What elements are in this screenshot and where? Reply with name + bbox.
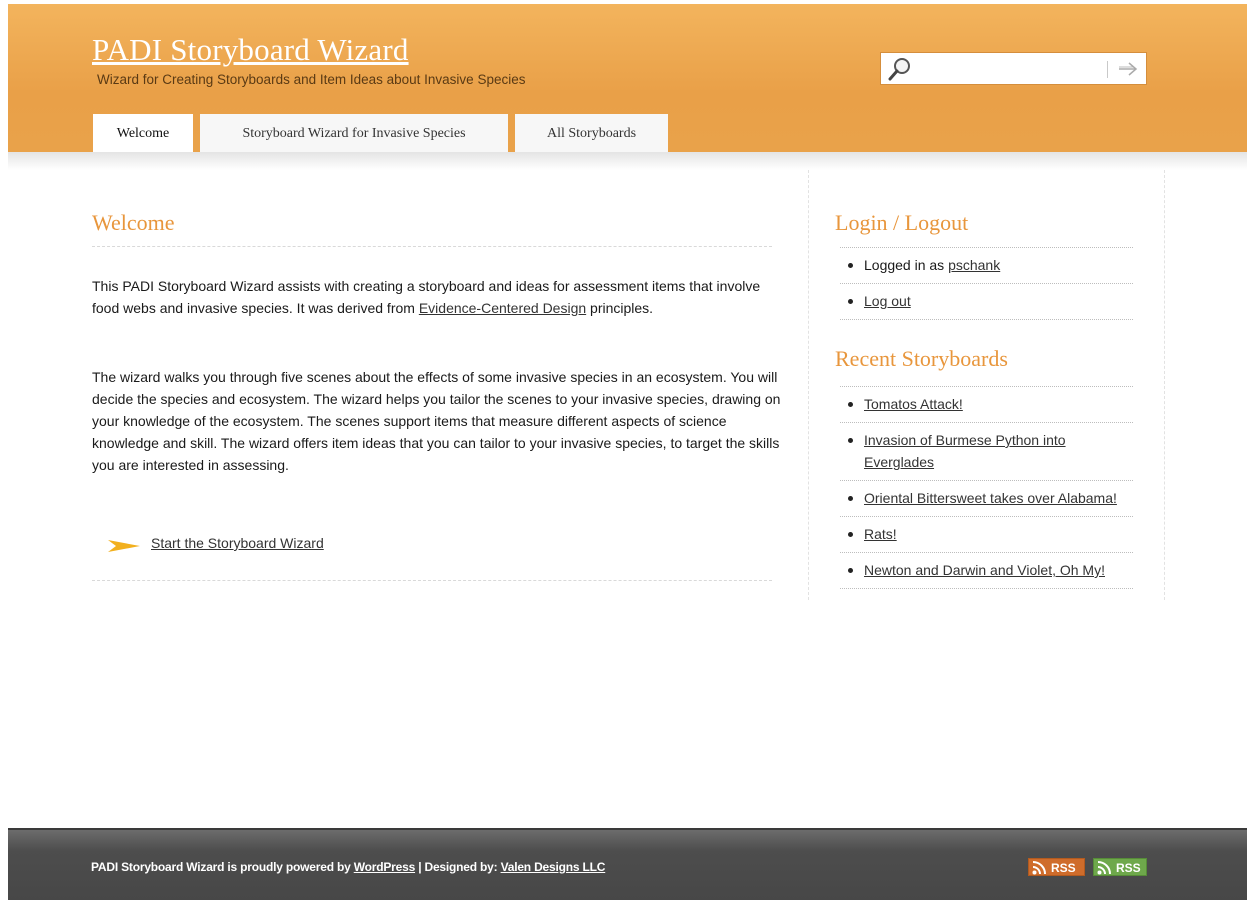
search-icon <box>888 58 910 81</box>
list-item: Oriental Bittersweet takes over Alabama! <box>840 481 1133 517</box>
footer-credits: PADI Storyboard Wizard is proudly powere… <box>91 860 605 874</box>
sidebar-right-border <box>1164 170 1165 600</box>
list-item: Rats! <box>840 517 1133 553</box>
footer-text-prefix: PADI Storyboard Wizard is proudly powere… <box>91 860 354 874</box>
rss-comments-button[interactable]: RSS <box>1093 858 1147 876</box>
list-item: Invasion of Burmese Python into Everglad… <box>840 423 1133 481</box>
storyboard-link[interactable]: Rats! <box>864 526 897 542</box>
tab-all-storyboards[interactable]: All Storyboards <box>515 114 668 152</box>
header-shadow <box>8 152 1247 170</box>
site-footer: PADI Storyboard Wizard is proudly powere… <box>8 828 1247 900</box>
storyboard-link[interactable]: Invasion of Burmese Python into Everglad… <box>864 432 1066 470</box>
rss-label: RSS <box>1116 861 1141 875</box>
recent-storyboards-list: Tomatos Attack! Invasion of Burmese Pyth… <box>840 387 1133 589</box>
list-item: Newton and Darwin and Violet, Oh My! <box>840 553 1133 589</box>
footer-text-middle: | Designed by: <box>415 860 501 874</box>
logged-in-label: Logged in as <box>864 257 949 273</box>
rss-icon <box>1032 861 1046 875</box>
sidebar-left-border <box>808 170 809 600</box>
rss-icon <box>1097 861 1111 875</box>
arrow-right-icon <box>108 540 140 552</box>
search-submit-arrow-icon[interactable] <box>1115 59 1141 79</box>
wordpress-link[interactable]: WordPress <box>354 860 416 874</box>
designer-link[interactable]: Valen Designs LLC <box>501 860 606 874</box>
site-title-link[interactable]: PADI Storyboard Wizard <box>92 32 409 68</box>
content-bottom-divider <box>92 580 772 581</box>
storyboard-link[interactable]: Oriental Bittersweet takes over Alabama! <box>864 490 1117 506</box>
login-logout-heading: Login / Logout <box>835 210 969 235</box>
rss-posts-button[interactable]: RSS <box>1028 858 1085 876</box>
logout-link[interactable]: Log out <box>864 293 911 309</box>
heading-divider <box>92 246 772 247</box>
search-input[interactable] <box>917 59 1103 79</box>
recent-storyboards-heading: Recent Storyboards <box>835 346 1008 371</box>
list-item: Tomatos Attack! <box>840 387 1133 423</box>
search-divider <box>1107 61 1108 78</box>
list-item: Log out <box>840 284 1133 320</box>
rss-label: RSS <box>1051 861 1076 875</box>
evidence-centered-design-link[interactable]: Evidence-Centered Design <box>419 300 586 316</box>
tab-storyboard-wizard[interactable]: Storyboard Wizard for Invasive Species <box>200 114 508 152</box>
wizard-description-paragraph: The wizard walks you through five scenes… <box>92 369 781 473</box>
list-item: Logged in as pschank <box>840 248 1133 284</box>
tab-welcome[interactable]: Welcome <box>93 114 193 152</box>
intro-paragraph: This PADI Storyboard Wizard assists with… <box>92 275 782 319</box>
username-link[interactable]: pschank <box>948 257 1000 273</box>
site-header: PADI Storyboard Wizard Wizard for Creati… <box>8 4 1247 152</box>
start-wizard-link[interactable]: Start the Storyboard Wizard <box>151 535 324 551</box>
storyboard-link[interactable]: Tomatos Attack! <box>864 396 963 412</box>
storyboard-link[interactable]: Newton and Darwin and Violet, Oh My! <box>864 562 1105 578</box>
intro-text-end: principles. <box>586 300 654 316</box>
page-title: Welcome <box>92 210 175 235</box>
site-description: Wizard for Creating Storyboards and Item… <box>97 72 526 87</box>
search-box <box>880 52 1147 85</box>
login-list: Logged in as pschank Log out <box>840 248 1133 320</box>
